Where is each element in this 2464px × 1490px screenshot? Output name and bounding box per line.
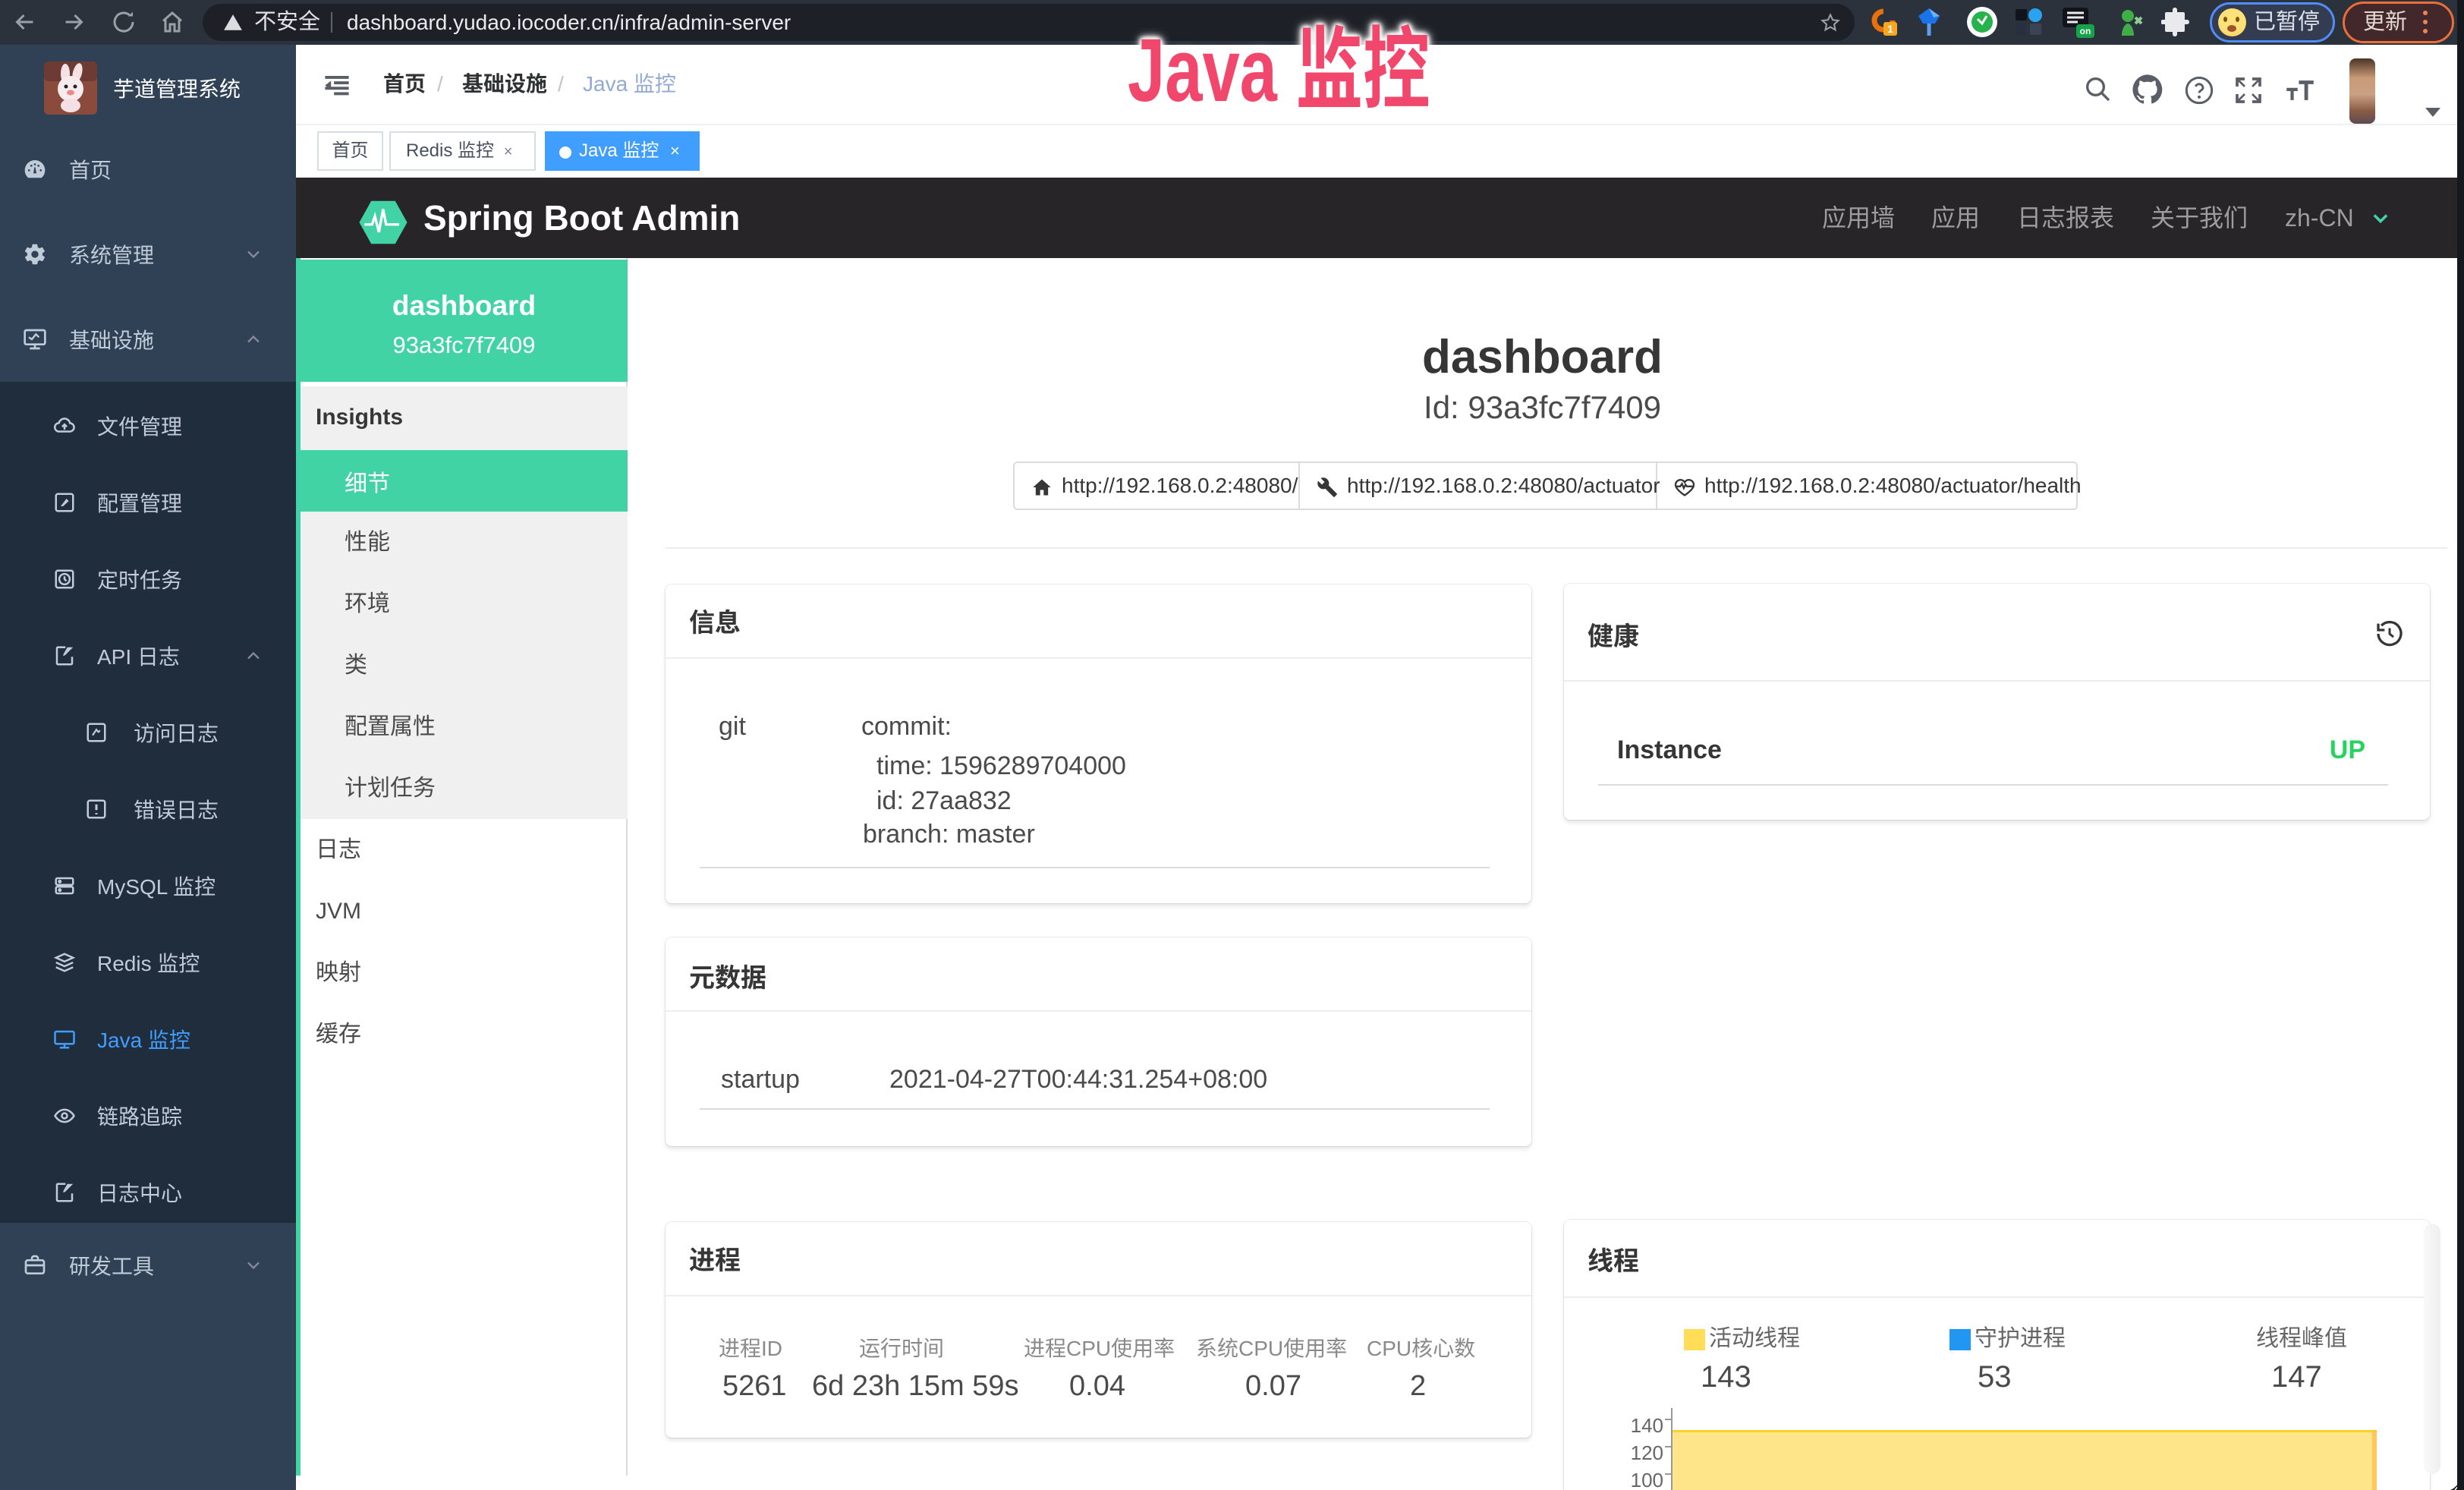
svg-text:1: 1 xyxy=(1887,23,1893,35)
svg-text:on: on xyxy=(2080,26,2091,36)
